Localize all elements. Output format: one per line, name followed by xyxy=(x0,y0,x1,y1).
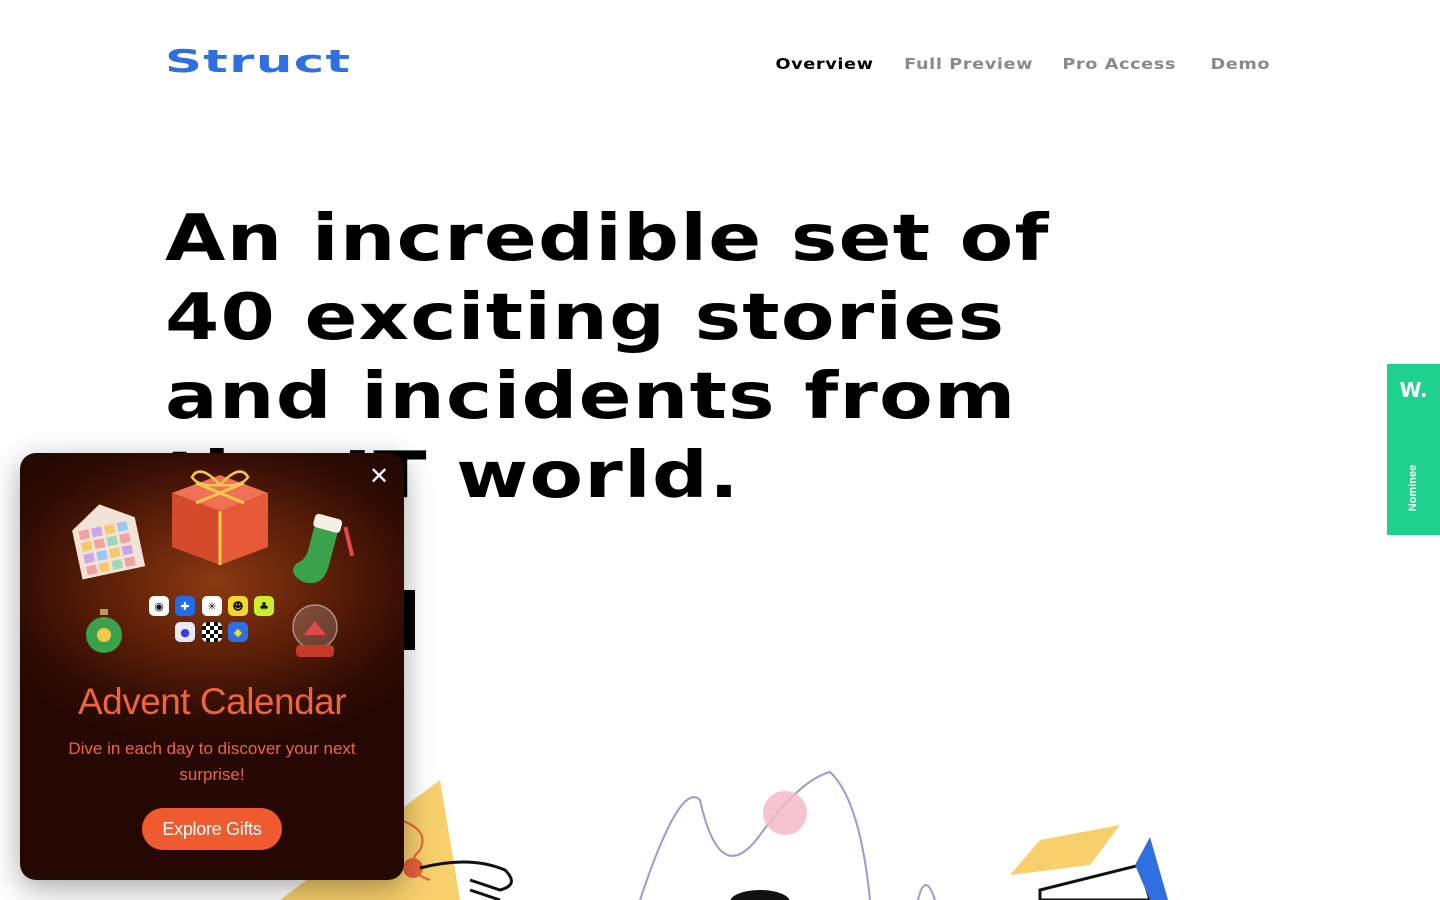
nav-full-preview[interactable]: Full Preview xyxy=(904,57,1033,72)
small-wave xyxy=(917,884,936,900)
explore-gifts-button[interactable]: Explore Gifts xyxy=(142,808,282,850)
checker-icon xyxy=(202,622,222,642)
calendar-house-icon xyxy=(72,504,146,580)
nav-overview[interactable]: Overview xyxy=(775,57,873,72)
gift-box-icon xyxy=(172,470,268,565)
smile-icon: ☻ xyxy=(228,596,248,616)
popup-title: Advent Calendar xyxy=(77,681,347,722)
badge-label: Nominee xyxy=(1407,464,1419,512)
pink-circle xyxy=(763,791,807,835)
duck-icon: ◆ xyxy=(228,622,248,642)
black-blob xyxy=(730,890,790,900)
ornament-icon xyxy=(86,609,122,653)
snow-globe-icon xyxy=(292,604,338,657)
star-icon: ✳ xyxy=(202,596,222,616)
nav-demo[interactable]: Demo xyxy=(1211,57,1271,72)
popup-description: Dive in each day to discover your next s… xyxy=(68,739,356,784)
advent-calendar-popup: ✕ ◉ ✚ ✳ ☻ ♣ ● ◆ Advent Calendar Dive in … xyxy=(20,453,404,880)
nav-pro-access[interactable]: Pro Access xyxy=(1062,57,1176,72)
box-outline xyxy=(1038,863,1152,900)
awwwards-nominee-badge[interactable]: W. Nominee xyxy=(1387,364,1440,535)
dot-icon: ● xyxy=(175,622,195,642)
yellow-card xyxy=(1010,825,1120,875)
wave-line xyxy=(639,770,871,900)
leaf-icon: ♣ xyxy=(254,596,274,616)
brand-logo[interactable]: Struct xyxy=(165,46,351,77)
eye-icon: ◉ xyxy=(149,596,169,616)
stocking-icon xyxy=(293,513,355,584)
main-nav: Overview Full Preview Pro Access Demo xyxy=(775,57,1274,72)
badge-logo: W. xyxy=(1399,378,1428,402)
plus-icon: ✚ xyxy=(175,596,195,616)
